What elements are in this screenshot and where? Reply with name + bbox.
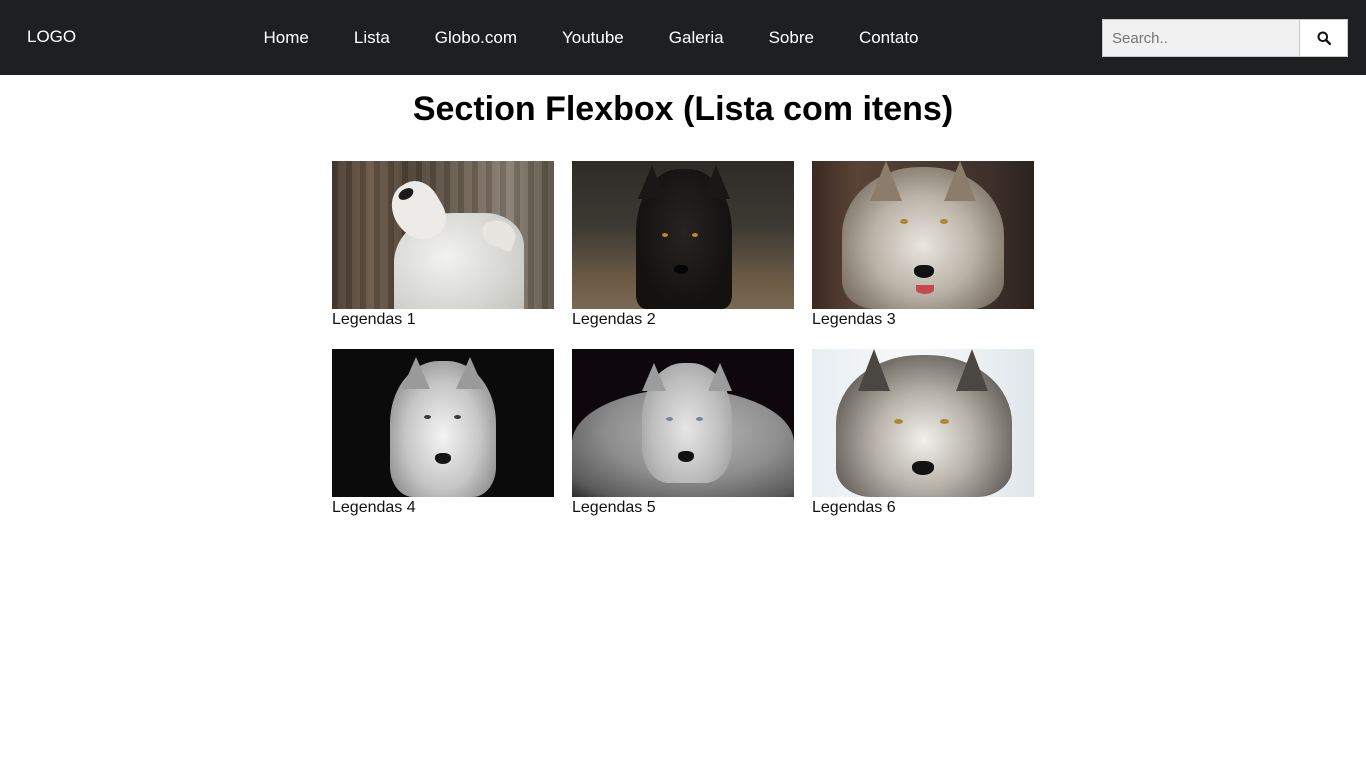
- nav-link-globo[interactable]: Globo.com: [412, 28, 539, 48]
- nav-link-contato[interactable]: Contato: [836, 28, 941, 48]
- gallery-item: Legendas 3: [812, 161, 1034, 329]
- gallery-caption: Legendas 1: [332, 311, 416, 328]
- white-wolf-dark-background-image: [332, 349, 554, 497]
- search-button[interactable]: [1299, 19, 1348, 57]
- gallery-caption: Legendas 6: [812, 499, 896, 516]
- nav-link-youtube[interactable]: Youtube: [539, 28, 646, 48]
- gray-wolf-snarling-image: [812, 161, 1034, 309]
- gallery-caption: Legendas 2: [572, 311, 656, 328]
- nav-links: Home Lista Globo.com Youtube Galeria Sob…: [241, 0, 941, 75]
- page-title: Section Flexbox (Lista com itens): [412, 90, 954, 128]
- navbar: LOGO Home Lista Globo.com Youtube Galeri…: [0, 0, 1366, 75]
- search-input[interactable]: [1102, 19, 1299, 57]
- gray-white-wolf-dark-background-image: [572, 349, 794, 497]
- gallery-item: Legendas 6: [812, 349, 1034, 517]
- white-wolf-howling-image: [332, 161, 554, 309]
- nav-link-lista[interactable]: Lista: [331, 28, 412, 48]
- gallery-caption: Legendas 5: [572, 499, 656, 516]
- gallery: Legendas 1 Legendas 2 Legendas 3 Legenda…: [332, 161, 1052, 537]
- logo-link[interactable]: LOGO: [27, 28, 76, 46]
- gallery-item: Legendas 1: [332, 161, 554, 329]
- gallery-item: Legendas 2: [572, 161, 794, 329]
- black-wolf-image: [572, 161, 794, 309]
- search-icon: [1317, 31, 1331, 45]
- nav-link-galeria[interactable]: Galeria: [646, 28, 746, 48]
- nav-link-sobre[interactable]: Sobre: [746, 28, 836, 48]
- gallery-caption: Legendas 4: [332, 499, 416, 516]
- search-form: [1102, 19, 1348, 57]
- gallery-caption: Legendas 3: [812, 311, 896, 328]
- gallery-item: Legendas 4: [332, 349, 554, 517]
- gallery-item: Legendas 5: [572, 349, 794, 517]
- nav-link-home[interactable]: Home: [241, 28, 331, 48]
- gray-wolf-snow-image: [812, 349, 1034, 497]
